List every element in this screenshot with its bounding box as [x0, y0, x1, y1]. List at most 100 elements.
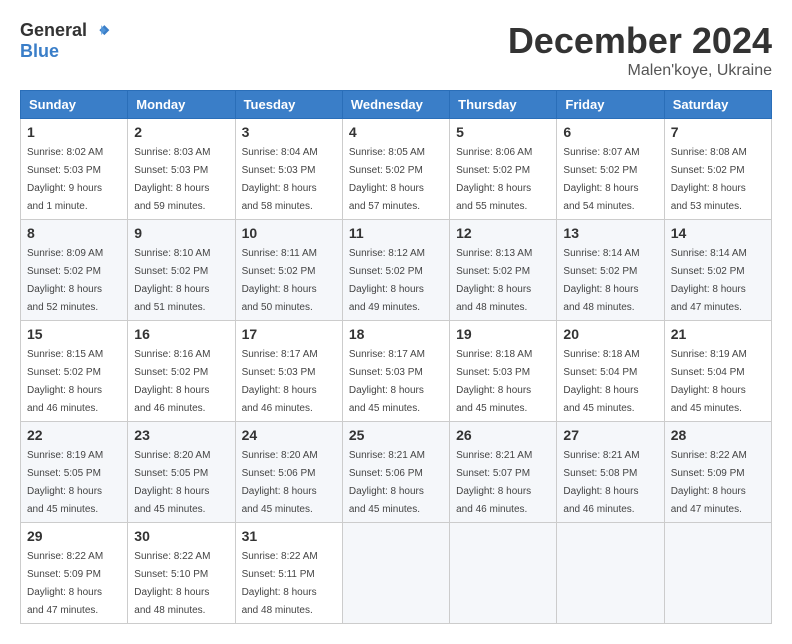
logo: General Blue	[20, 20, 111, 62]
calendar-day-cell: 19 Sunrise: 8:18 AMSunset: 5:03 PMDaylig…	[450, 321, 557, 422]
calendar-week-row: 1 Sunrise: 8:02 AMSunset: 5:03 PMDayligh…	[21, 119, 772, 220]
day-info: Sunrise: 8:12 AMSunset: 5:02 PMDaylight:…	[349, 248, 425, 313]
day-number: 26	[456, 427, 550, 443]
calendar-day-cell: 26 Sunrise: 8:21 AMSunset: 5:07 PMDaylig…	[450, 422, 557, 523]
day-info: Sunrise: 8:07 AMSunset: 5:02 PMDaylight:…	[563, 147, 639, 212]
calendar-day-cell: 24 Sunrise: 8:20 AMSunset: 5:06 PMDaylig…	[235, 422, 342, 523]
calendar-body: 1 Sunrise: 8:02 AMSunset: 5:03 PMDayligh…	[21, 119, 772, 624]
calendar-day-cell: 10 Sunrise: 8:11 AMSunset: 5:02 PMDaylig…	[235, 220, 342, 321]
calendar-day-cell: 28 Sunrise: 8:22 AMSunset: 5:09 PMDaylig…	[664, 422, 771, 523]
day-number: 1	[27, 124, 121, 140]
day-info: Sunrise: 8:19 AMSunset: 5:05 PMDaylight:…	[27, 450, 103, 515]
calendar-day-cell: 3 Sunrise: 8:04 AMSunset: 5:03 PMDayligh…	[235, 119, 342, 220]
day-info: Sunrise: 8:20 AMSunset: 5:06 PMDaylight:…	[242, 450, 318, 515]
logo-general-text: General	[20, 20, 87, 41]
day-info: Sunrise: 8:14 AMSunset: 5:02 PMDaylight:…	[563, 248, 639, 313]
day-number: 28	[671, 427, 765, 443]
day-info: Sunrise: 8:20 AMSunset: 5:05 PMDaylight:…	[134, 450, 210, 515]
calendar-day-cell: 16 Sunrise: 8:16 AMSunset: 5:02 PMDaylig…	[128, 321, 235, 422]
day-info: Sunrise: 8:22 AMSunset: 5:09 PMDaylight:…	[671, 450, 747, 515]
title-section: December 2024 Malen'koye, Ukraine	[508, 20, 772, 80]
day-number: 7	[671, 124, 765, 140]
page-header: General Blue December 2024 Malen'koye, U…	[20, 20, 772, 80]
day-number: 20	[563, 326, 657, 342]
logo-blue-text: Blue	[20, 41, 59, 62]
calendar-day-cell: 30 Sunrise: 8:22 AMSunset: 5:10 PMDaylig…	[128, 523, 235, 624]
day-info: Sunrise: 8:21 AMSunset: 5:06 PMDaylight:…	[349, 450, 425, 515]
day-info: Sunrise: 8:13 AMSunset: 5:02 PMDaylight:…	[456, 248, 532, 313]
day-number: 4	[349, 124, 443, 140]
calendar-week-row: 29 Sunrise: 8:22 AMSunset: 5:09 PMDaylig…	[21, 523, 772, 624]
day-number: 30	[134, 528, 228, 544]
calendar-day-cell: 11 Sunrise: 8:12 AMSunset: 5:02 PMDaylig…	[342, 220, 449, 321]
calendar-week-row: 15 Sunrise: 8:15 AMSunset: 5:02 PMDaylig…	[21, 321, 772, 422]
day-number: 27	[563, 427, 657, 443]
day-number: 15	[27, 326, 121, 342]
day-number: 2	[134, 124, 228, 140]
day-number: 25	[349, 427, 443, 443]
day-number: 13	[563, 225, 657, 241]
calendar-day-cell: 9 Sunrise: 8:10 AMSunset: 5:02 PMDayligh…	[128, 220, 235, 321]
day-number: 14	[671, 225, 765, 241]
weekday-label: Saturday	[664, 91, 771, 119]
day-info: Sunrise: 8:03 AMSunset: 5:03 PMDaylight:…	[134, 147, 210, 212]
day-number: 22	[27, 427, 121, 443]
day-number: 29	[27, 528, 121, 544]
calendar-day-cell: 5 Sunrise: 8:06 AMSunset: 5:02 PMDayligh…	[450, 119, 557, 220]
calendar-day-cell	[342, 523, 449, 624]
day-info: Sunrise: 8:05 AMSunset: 5:02 PMDaylight:…	[349, 147, 425, 212]
calendar-day-cell: 23 Sunrise: 8:20 AMSunset: 5:05 PMDaylig…	[128, 422, 235, 523]
calendar-day-cell: 6 Sunrise: 8:07 AMSunset: 5:02 PMDayligh…	[557, 119, 664, 220]
weekday-label: Thursday	[450, 91, 557, 119]
day-number: 9	[134, 225, 228, 241]
day-info: Sunrise: 8:10 AMSunset: 5:02 PMDaylight:…	[134, 248, 210, 313]
day-info: Sunrise: 8:15 AMSunset: 5:02 PMDaylight:…	[27, 349, 103, 414]
calendar-day-cell: 17 Sunrise: 8:17 AMSunset: 5:03 PMDaylig…	[235, 321, 342, 422]
day-number: 16	[134, 326, 228, 342]
weekday-label: Sunday	[21, 91, 128, 119]
calendar-day-cell: 25 Sunrise: 8:21 AMSunset: 5:06 PMDaylig…	[342, 422, 449, 523]
day-number: 23	[134, 427, 228, 443]
day-number: 6	[563, 124, 657, 140]
calendar-day-cell: 22 Sunrise: 8:19 AMSunset: 5:05 PMDaylig…	[21, 422, 128, 523]
calendar-day-cell: 4 Sunrise: 8:05 AMSunset: 5:02 PMDayligh…	[342, 119, 449, 220]
logo-icon	[91, 21, 111, 41]
day-info: Sunrise: 8:22 AMSunset: 5:11 PMDaylight:…	[242, 551, 318, 616]
day-number: 31	[242, 528, 336, 544]
calendar-day-cell	[450, 523, 557, 624]
day-info: Sunrise: 8:22 AMSunset: 5:09 PMDaylight:…	[27, 551, 103, 616]
day-info: Sunrise: 8:09 AMSunset: 5:02 PMDaylight:…	[27, 248, 103, 313]
day-info: Sunrise: 8:17 AMSunset: 5:03 PMDaylight:…	[242, 349, 318, 414]
day-number: 24	[242, 427, 336, 443]
calendar-day-cell: 31 Sunrise: 8:22 AMSunset: 5:11 PMDaylig…	[235, 523, 342, 624]
day-number: 17	[242, 326, 336, 342]
day-info: Sunrise: 8:18 AMSunset: 5:04 PMDaylight:…	[563, 349, 639, 414]
day-info: Sunrise: 8:14 AMSunset: 5:02 PMDaylight:…	[671, 248, 747, 313]
calendar-week-row: 22 Sunrise: 8:19 AMSunset: 5:05 PMDaylig…	[21, 422, 772, 523]
day-info: Sunrise: 8:22 AMSunset: 5:10 PMDaylight:…	[134, 551, 210, 616]
location-text: Malen'koye, Ukraine	[508, 62, 772, 80]
calendar-day-cell: 13 Sunrise: 8:14 AMSunset: 5:02 PMDaylig…	[557, 220, 664, 321]
calendar-day-cell: 7 Sunrise: 8:08 AMSunset: 5:02 PMDayligh…	[664, 119, 771, 220]
calendar-day-cell: 8 Sunrise: 8:09 AMSunset: 5:02 PMDayligh…	[21, 220, 128, 321]
day-number: 8	[27, 225, 121, 241]
day-info: Sunrise: 8:19 AMSunset: 5:04 PMDaylight:…	[671, 349, 747, 414]
day-info: Sunrise: 8:17 AMSunset: 5:03 PMDaylight:…	[349, 349, 425, 414]
day-info: Sunrise: 8:11 AMSunset: 5:02 PMDaylight:…	[242, 248, 317, 313]
calendar-day-cell: 1 Sunrise: 8:02 AMSunset: 5:03 PMDayligh…	[21, 119, 128, 220]
day-info: Sunrise: 8:21 AMSunset: 5:08 PMDaylight:…	[563, 450, 639, 515]
calendar-day-cell: 15 Sunrise: 8:15 AMSunset: 5:02 PMDaylig…	[21, 321, 128, 422]
day-number: 19	[456, 326, 550, 342]
day-info: Sunrise: 8:02 AMSunset: 5:03 PMDaylight:…	[27, 147, 103, 212]
day-info: Sunrise: 8:16 AMSunset: 5:02 PMDaylight:…	[134, 349, 210, 414]
calendar-day-cell: 14 Sunrise: 8:14 AMSunset: 5:02 PMDaylig…	[664, 220, 771, 321]
day-number: 11	[349, 225, 443, 241]
day-info: Sunrise: 8:06 AMSunset: 5:02 PMDaylight:…	[456, 147, 532, 212]
weekday-header-row: SundayMondayTuesdayWednesdayThursdayFrid…	[21, 91, 772, 119]
day-number: 18	[349, 326, 443, 342]
weekday-label: Wednesday	[342, 91, 449, 119]
calendar-day-cell: 12 Sunrise: 8:13 AMSunset: 5:02 PMDaylig…	[450, 220, 557, 321]
calendar-day-cell: 18 Sunrise: 8:17 AMSunset: 5:03 PMDaylig…	[342, 321, 449, 422]
calendar-day-cell	[664, 523, 771, 624]
weekday-label: Friday	[557, 91, 664, 119]
